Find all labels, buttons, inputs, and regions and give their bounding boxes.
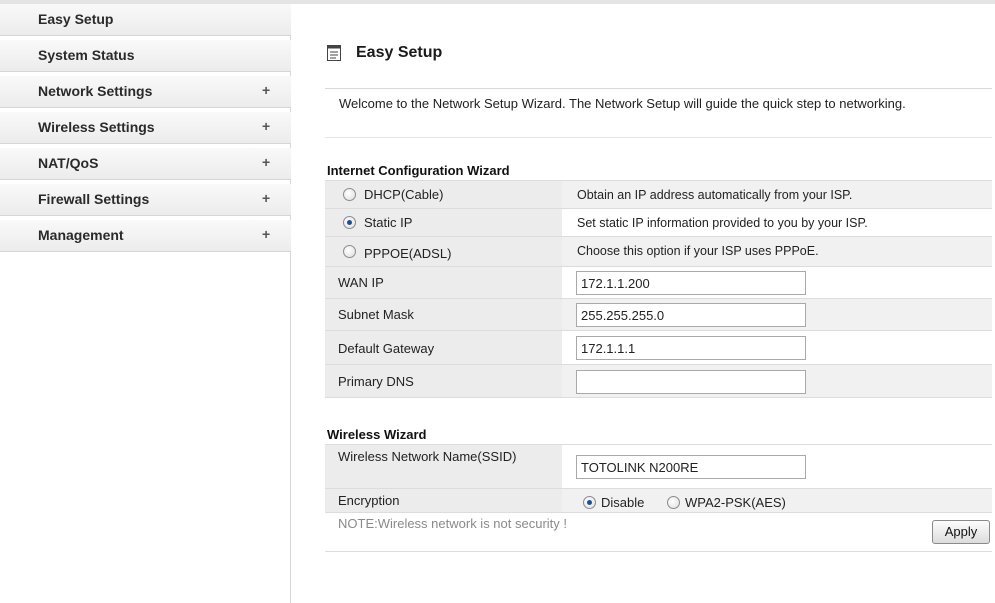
sidebar-item-label: NAT/QoS (38, 155, 99, 171)
wireless-wizard-title: Wireless Wizard (327, 427, 427, 442)
field-row-subnet-mask: Subnet Mask (325, 298, 992, 330)
field-row-primary-dns: Primary DNS (325, 364, 992, 398)
option-cell (325, 209, 562, 236)
apply-button[interactable]: Apply (932, 520, 990, 544)
subnet-mask-input[interactable] (576, 303, 806, 327)
pppoe-label: PPPOE(ADSL) (364, 246, 452, 261)
expand-plus-icon[interactable]: + (262, 82, 270, 98)
expand-plus-icon[interactable]: + (262, 226, 270, 242)
encryption-disable-label: Disable (601, 495, 645, 510)
sidebar-item-network-settings[interactable]: Network Settings + (0, 76, 291, 108)
page-icon (327, 45, 341, 61)
sidebar-item-label: System Status (38, 47, 135, 63)
expand-plus-icon[interactable]: + (262, 190, 270, 206)
sidebar-item-nat-qos[interactable]: NAT/QoS + (0, 148, 291, 180)
dhcp-radio[interactable] (343, 188, 356, 201)
field-row-encryption: Encryption Disable WPA2-PSK(AES) (325, 488, 992, 512)
encryption-label: Encryption (338, 493, 400, 508)
ssid-label: Wireless Network Name(SSID) (338, 449, 517, 464)
wireless-note: NOTE:Wireless network is not security ! (338, 516, 567, 531)
primary-dns-input[interactable] (576, 370, 806, 394)
expand-plus-icon[interactable]: + (262, 118, 270, 134)
sidebar-item-label: Easy Setup (38, 11, 114, 27)
default-gateway-label: Default Gateway (338, 341, 435, 356)
option-cell (325, 181, 562, 208)
ssid-input[interactable] (576, 455, 806, 479)
static-ip-description: Set static IP information provided to yo… (577, 216, 868, 230)
wan-ip-label: WAN IP (338, 275, 384, 290)
divider (325, 137, 992, 138)
encryption-disable-radio[interactable] (583, 496, 596, 509)
expand-plus-icon[interactable]: + (262, 154, 270, 170)
encryption-wpa2-label: WPA2-PSK(AES) (685, 495, 786, 510)
dhcp-label: DHCP(Cable) (364, 187, 444, 202)
option-row-pppoe: PPPOE(ADSL) Choose this option if your I… (325, 236, 992, 266)
field-row-ssid: Wireless Network Name(SSID) (325, 444, 992, 488)
wan-ip-input[interactable] (576, 271, 806, 295)
static-ip-label: Static IP (364, 215, 413, 230)
default-gateway-input[interactable] (576, 336, 806, 360)
pppoe-description: Choose this option if your ISP uses PPPo… (577, 244, 819, 258)
sidebar-item-label: Firewall Settings (38, 191, 150, 207)
pppoe-radio[interactable] (343, 245, 356, 258)
sidebar-item-label: Network Settings (38, 83, 153, 99)
welcome-text: Welcome to the Network Setup Wizard. The… (325, 88, 992, 118)
sidebar-item-easy-setup[interactable]: Easy Setup (0, 4, 291, 36)
sidebar-item-label: Wireless Settings (38, 119, 155, 135)
encryption-wpa2-radio[interactable] (667, 496, 680, 509)
static-ip-radio[interactable] (343, 216, 356, 229)
sidebar-item-system-status[interactable]: System Status (0, 40, 291, 72)
note-row: NOTE:Wireless network is not security ! (325, 512, 992, 552)
subnet-mask-label: Subnet Mask (338, 307, 414, 322)
option-row-static: Static IP Set static IP information prov… (325, 208, 992, 236)
dhcp-description: Obtain an IP address automatically from … (577, 188, 853, 202)
primary-dns-label: Primary DNS (338, 374, 414, 389)
page-title: Easy Setup (356, 44, 443, 61)
option-row-dhcp: DHCP(Cable) Obtain an IP address automat… (325, 180, 992, 208)
sidebar: Easy Setup System Status Network Setting… (0, 4, 291, 603)
sidebar-item-wireless-settings[interactable]: Wireless Settings + (0, 112, 291, 144)
internet-wizard-title: Internet Configuration Wizard (327, 163, 510, 178)
field-row-wan-ip: WAN IP (325, 266, 992, 298)
field-row-default-gateway: Default Gateway (325, 330, 992, 364)
sidebar-item-firewall-settings[interactable]: Firewall Settings + (0, 184, 291, 216)
sidebar-item-label: Management (38, 227, 124, 243)
sidebar-item-management[interactable]: Management + (0, 220, 291, 252)
